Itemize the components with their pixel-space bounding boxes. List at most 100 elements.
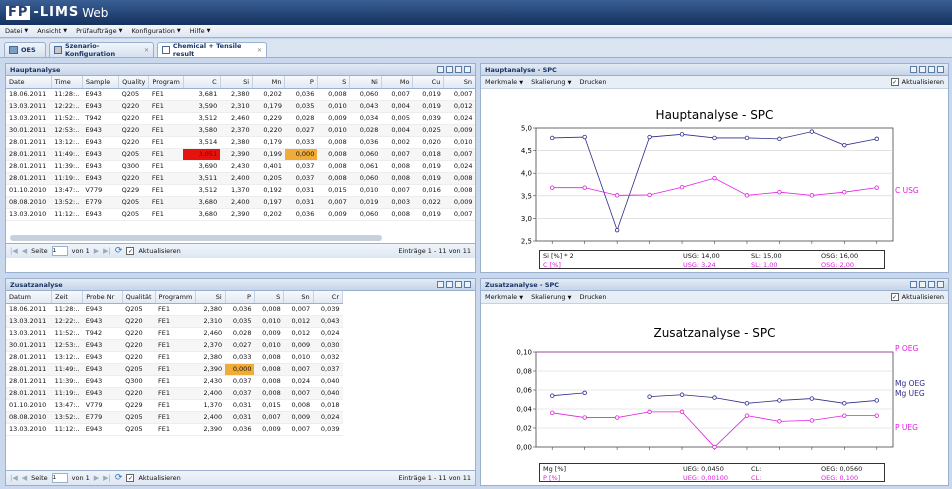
merkmale-menu[interactable]: Merkmale ▼	[485, 78, 523, 86]
first-page-icon[interactable]: |◀	[10, 247, 18, 255]
skalierung-menu[interactable]: Skalierung ▼	[531, 78, 571, 86]
column-header[interactable]: Mo	[381, 76, 414, 89]
table-row[interactable]: 13.03.2011 12:22:.. E943 Q220 FE1 2,310 0,035 0…	[6, 315, 343, 328]
column-header[interactable]: P	[284, 76, 318, 89]
last-page-icon[interactable]: ▶|	[103, 247, 111, 255]
horizontal-scrollbar[interactable]	[10, 235, 382, 241]
last-page-icon[interactable]: ▶|	[103, 474, 111, 482]
table-cell: 0,039	[412, 112, 444, 125]
drucken-button[interactable]: Drucken	[579, 78, 606, 86]
export-icon[interactable]	[437, 66, 444, 73]
menu-hilfe[interactable]: Hilfe ▼	[190, 27, 211, 35]
refresh-icon[interactable]: ⟳	[115, 246, 123, 256]
export-icon[interactable]	[437, 281, 444, 288]
refresh-icon[interactable]: ⟳	[115, 473, 123, 483]
column-header[interactable]: Qualität	[122, 291, 156, 304]
table-row[interactable]: 01.10.2010 13:47:.. V779 Q229 FE1 1,370 0,031 0…	[6, 399, 343, 412]
table-row[interactable]: 28.01.2011 13:12:.. E943 Q220 FE1 2,380 0,033 0…	[6, 351, 343, 364]
aktualisieren-checkbox[interactable]: ✓	[890, 78, 899, 86]
column-header[interactable]: Mn	[252, 76, 286, 89]
prev-page-icon[interactable]: ◀	[22, 474, 27, 482]
aktualisieren-checkbox[interactable]: ✓	[126, 247, 135, 255]
table-row[interactable]: 28.01.2011 11:19:.. E943 Q220 FE1 3,511 2,400 0…	[6, 172, 475, 185]
table-row[interactable]: 28.01.2011 11:19:.. E943 Q220 FE1 2,400 0,037 0…	[6, 387, 343, 400]
menu-datei[interactable]: Datei ▼	[5, 27, 28, 35]
menu-pruefauftraege[interactable]: Prüfaufträge ▼	[76, 27, 122, 35]
skalierung-menu[interactable]: Skalierung ▼	[531, 293, 571, 301]
merkmale-menu[interactable]: Merkmale ▼	[485, 293, 523, 301]
table-row[interactable]: 01.10.2010 13:47:.. V779 Q229 FE1 3,512 1,370 0…	[6, 184, 475, 197]
menu-ansicht[interactable]: Ansicht ▼	[37, 27, 67, 35]
column-header[interactable]: S	[317, 76, 351, 89]
table-row[interactable]: 08.08.2010 13:52:.. E779 Q205 FE1 2,400 0,031 0…	[6, 411, 343, 424]
page-input[interactable]	[51, 246, 68, 256]
drucken-button[interactable]: Drucken	[579, 293, 606, 301]
close-icon[interactable]: ✕	[257, 47, 262, 54]
column-header[interactable]: Date	[6, 76, 52, 89]
prev-page-icon[interactable]: ◀	[22, 247, 27, 255]
table-row[interactable]: 28.01.2011 11:39:.. E943 Q300 FE1 2,430 0,037 0…	[6, 375, 343, 388]
maximize-icon[interactable]	[928, 281, 935, 288]
tab-szenario-konfiguration[interactable]: Szenario-Konfiguration ✕	[49, 42, 154, 58]
column-header[interactable]: Quality	[118, 76, 150, 89]
maximize-icon[interactable]	[455, 281, 462, 288]
table-row[interactable]: 28.01.2011 11:39:.. E943 Q300 FE1 3,690 2,430 0…	[6, 160, 475, 173]
table-row[interactable]: 30.01.2011 12:53:.. E943 Q220 FE1 3,580 2,370 0…	[6, 124, 475, 137]
maximize-icon[interactable]	[928, 66, 935, 73]
column-header[interactable]: Time	[51, 76, 83, 89]
table-row[interactable]: 13.03.2011 12:22:.. E943 Q220 FE1 3,590 2,310 0…	[6, 100, 475, 113]
tab-chemical-tensile-result[interactable]: Chemical + Tensile result ✕	[157, 42, 267, 58]
export-icon[interactable]	[910, 281, 917, 288]
table-row[interactable]: 28.01.2011 11:49:.. E943 Q205 FE1 3,051 2,390 0…	[6, 148, 475, 161]
maximize-icon[interactable]	[455, 66, 462, 73]
aktualisieren-toggle[interactable]: ✓ Aktualisieren	[890, 293, 944, 301]
column-header[interactable]: Probe Nr	[82, 291, 123, 304]
column-header[interactable]: P	[225, 291, 255, 304]
page-input[interactable]	[51, 473, 68, 483]
column-header[interactable]: Sample	[82, 76, 120, 89]
column-header[interactable]: Programm	[155, 291, 197, 304]
first-page-icon[interactable]: |◀	[10, 474, 18, 482]
aktualisieren-checkbox[interactable]: ✓	[126, 474, 135, 482]
tab-oes[interactable]: OES	[4, 42, 46, 57]
table-row[interactable]: 13.03.2011 11:52:.. T942 Q220 FE1 3,512 2,460 0…	[6, 112, 475, 125]
minimize-icon[interactable]	[446, 66, 453, 73]
close-icon[interactable]	[464, 281, 471, 288]
close-icon[interactable]: ✕	[144, 47, 149, 54]
next-page-icon[interactable]: ▶	[94, 474, 99, 482]
table-row[interactable]: 13.03.2010 11:12:.. E943 Q205 FE1 3,680 2,390 0…	[6, 208, 475, 221]
column-header[interactable]: Zeit	[51, 291, 84, 304]
aktualisieren-checkbox[interactable]: ✓	[890, 293, 899, 301]
column-header[interactable]: Ni	[349, 76, 382, 89]
table-row[interactable]: 13.03.2010 11:12:.. E943 Q205 FE1 2,390 0,036 0…	[6, 423, 343, 436]
table-row[interactable]: 08.08.2010 13:52:.. E779 Q205 FE1 3,680 2,400 0…	[6, 196, 475, 209]
menu-konfiguration[interactable]: Konfiguration ▼	[131, 27, 180, 35]
column-header[interactable]: Si	[195, 291, 226, 304]
close-icon[interactable]	[464, 66, 471, 73]
column-header[interactable]: Sn	[443, 76, 475, 89]
column-header[interactable]: Program	[148, 76, 184, 89]
minimize-icon[interactable]	[446, 281, 453, 288]
export-icon[interactable]	[910, 66, 917, 73]
table-row[interactable]: 28.01.2011 13:12:.. E943 Q220 FE1 3,514 2,380 0…	[6, 136, 475, 149]
table-cell: 0,035	[284, 100, 318, 113]
column-header[interactable]: Datum	[6, 291, 53, 304]
close-icon[interactable]	[937, 281, 944, 288]
minimize-icon[interactable]	[919, 66, 926, 73]
aktualisieren-toggle[interactable]: ✓ Aktualisieren	[890, 78, 944, 86]
column-header[interactable]: Cu	[412, 76, 445, 89]
next-page-icon[interactable]: ▶	[94, 247, 99, 255]
column-header[interactable]: S	[254, 291, 285, 304]
column-header[interactable]: Cr	[313, 291, 344, 304]
column-header[interactable]: Sn	[283, 291, 314, 304]
table-row[interactable]: 30.01.2011 12:53:.. E943 Q220 FE1 2,370 0,027 0…	[6, 339, 343, 352]
table-row[interactable]: 13.03.2011 11:52:.. T942 Q220 FE1 2,460 0,028 0…	[6, 327, 343, 340]
minimize-icon[interactable]	[919, 281, 926, 288]
table-row[interactable]: 18.06.2011 11:28:.. E943 Q205 FE1 2,380 0,036 0…	[6, 303, 343, 316]
column-header[interactable]: C	[183, 76, 221, 89]
table-row[interactable]: 18.06.2011 11:28:.. E943 Q205 FE1 3,681 2,380 0…	[6, 88, 475, 101]
table-cell: 0,010	[283, 351, 314, 364]
column-header[interactable]: Si	[220, 76, 254, 89]
close-icon[interactable]	[937, 66, 944, 73]
table-row[interactable]: 28.01.2011 11:49:.. E943 Q205 FE1 2,390 0,000 0…	[6, 363, 343, 376]
